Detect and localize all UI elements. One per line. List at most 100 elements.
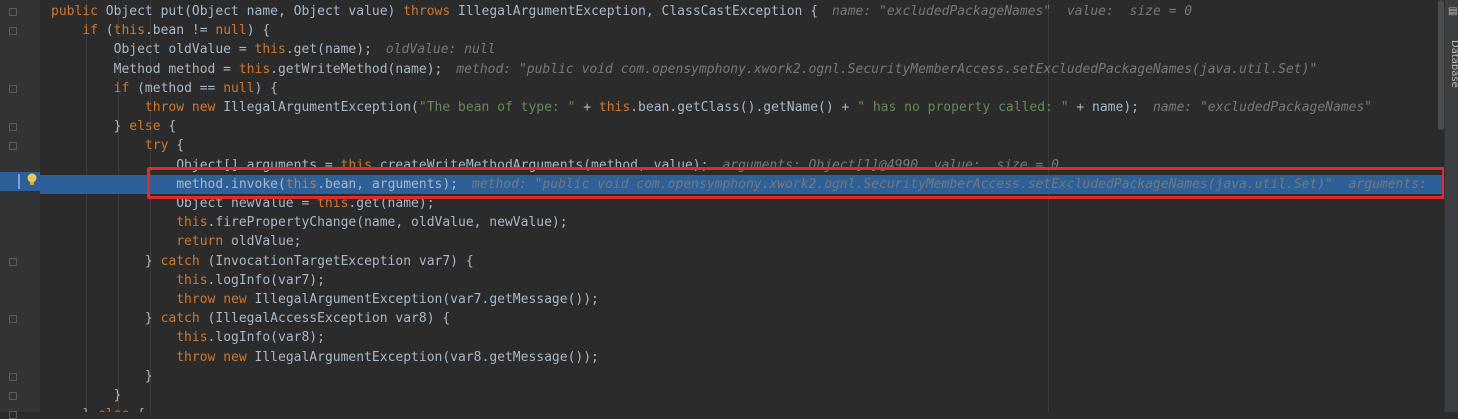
code-token: .createWriteMethodArguments(method, valu… <box>371 157 709 173</box>
code-line[interactable]: return oldValue; <box>40 232 1444 251</box>
current-execution-line[interactable]: method.invoke(this.bean, arguments); meth… <box>40 174 1444 194</box>
code-token: ) { <box>246 23 271 39</box>
code-line[interactable]: this.logInfo(var8); <box>40 328 1444 347</box>
code-token: this <box>238 61 271 77</box>
code-line[interactable]: if (method == null) { <box>40 79 1444 98</box>
code-token: throw new <box>176 349 255 365</box>
code-line[interactable]: } <box>40 367 1444 386</box>
code-line[interactable]: Object[] arguments = this.createWriteMet… <box>40 156 1444 175</box>
fold-marker-icon[interactable] <box>9 372 17 381</box>
fold-marker-icon[interactable] <box>9 392 17 400</box>
code-token: this <box>598 100 631 115</box>
code-token: catch <box>160 253 208 269</box>
code-token: else <box>98 407 137 412</box>
code-line[interactable]: this.firePropertyChange(name, oldValue, … <box>40 213 1444 232</box>
code-token: Method method = <box>51 61 239 77</box>
fold-marker-icon[interactable] <box>9 84 17 93</box>
fold-marker-icon[interactable] <box>9 257 17 266</box>
code-token: IllegalArgumentException(var7.getMessage… <box>254 292 599 307</box>
inline-debug-value: name: "excludedPackageNames" value: size… <box>832 4 1193 19</box>
code-token: .get(name); <box>348 196 435 211</box>
code-line[interactable]: throw new IllegalArgumentException(var7.… <box>40 290 1444 309</box>
code-token: } <box>51 368 153 384</box>
code-line[interactable]: try { <box>40 136 1444 155</box>
code-token: (method == <box>137 80 224 96</box>
fold-marker-icon[interactable] <box>9 315 17 324</box>
code-token: } <box>51 407 98 412</box>
code-line[interactable]: } <box>40 386 1444 405</box>
code-line[interactable]: throw new IllegalArgumentException(var8.… <box>40 348 1444 367</box>
code-token: IllegalArgumentException, ClassCastExcep… <box>458 4 819 19</box>
inline-debug-value: arguments: Object[1]@4990 value: size = … <box>722 157 1059 173</box>
editor-gutter[interactable] <box>0 0 40 412</box>
code-token: this <box>176 330 208 346</box>
code-editor[interactable]: public Object put(Object name, Object va… <box>40 0 1444 412</box>
fold-marker-icon[interactable] <box>9 27 17 36</box>
code-token: this <box>176 272 208 288</box>
code-token: Object oldValue = <box>51 42 255 58</box>
code-token: .firePropertyChange(name, oldValue, newV… <box>207 215 568 231</box>
code-token: IllegalArgumentException( <box>223 100 419 115</box>
code-line[interactable]: Method method = this.getWriteMethod(name… <box>40 60 1444 79</box>
code-token: " has no property called: " <box>857 100 1069 115</box>
code-line[interactable]: } catch (InvocationTargetException var7)… <box>40 252 1444 271</box>
code-token: + name); <box>1068 100 1139 115</box>
code-token: throws <box>403 4 459 19</box>
code-line[interactable]: Object oldValue = this.get(name); oldValu… <box>40 40 1444 59</box>
inline-debug-value: method: "public void com.opensymphony.xw… <box>456 61 1318 77</box>
code-line[interactable]: public Object put(Object name, Object va… <box>40 2 1444 21</box>
code-token: { <box>137 407 145 412</box>
code-line[interactable]: } else { <box>40 405 1444 412</box>
code-token: null <box>223 80 255 96</box>
inline-debug-value: name: "excludedPackageNames" <box>1152 100 1373 115</box>
code-token: throw new <box>144 100 224 115</box>
code-token: } <box>51 253 161 269</box>
code-line[interactable]: throw new IllegalArgumentException("The … <box>40 98 1444 117</box>
code-line[interactable]: Object newValue = this.get(name); <box>40 194 1444 213</box>
inline-debug-value: oldValue: null <box>385 42 496 58</box>
fold-marker-icon[interactable] <box>9 411 17 419</box>
code-token: try <box>144 138 177 154</box>
code-token: null <box>215 23 247 39</box>
code-line[interactable]: if (this.bean != null) { <box>40 21 1444 40</box>
code-token: .bean != <box>144 23 216 39</box>
inline-debug-value: method: "public void com.opensymphony.xw… <box>472 176 1427 192</box>
code-token: (InvocationTargetException var7) { <box>207 253 474 269</box>
code-line[interactable]: } catch (IllegalAccessException var8) { <box>40 309 1444 328</box>
code-token: this <box>113 23 145 39</box>
code-line[interactable]: this.logInfo(var7); <box>40 271 1444 290</box>
fold-marker-icon[interactable] <box>9 142 17 151</box>
code-token: else <box>129 119 169 135</box>
code-token: catch <box>160 311 208 327</box>
code-token: { <box>176 138 185 154</box>
database-tool-tab[interactable]: Database <box>1449 40 1458 88</box>
code-line[interactable]: } else { <box>40 117 1444 136</box>
code-token: throw new <box>176 292 255 307</box>
code-token: this <box>340 157 372 173</box>
code-token: Object put(Object name, Object value) <box>105 4 404 19</box>
fold-marker-icon[interactable] <box>9 8 17 16</box>
execution-marker <box>18 174 20 189</box>
code-token: (IllegalAccessException var8) { <box>207 311 451 327</box>
code-token: Object[] arguments = <box>51 157 341 173</box>
fold-marker-icon[interactable] <box>9 123 17 132</box>
code-token: this <box>317 196 349 211</box>
code-token: oldValue; <box>231 234 302 250</box>
code-token: IllegalArgumentException(var8.getMessage… <box>254 349 599 365</box>
code-token: } <box>51 388 122 403</box>
code-token: Object newValue = <box>51 196 318 211</box>
code-token: .bean, arguments); <box>317 176 459 192</box>
code-token: + <box>575 100 599 115</box>
code-token: this <box>285 176 318 192</box>
database-tool-icon[interactable]: ▤ <box>1448 6 1457 17</box>
intention-bulb-icon[interactable] <box>26 173 38 187</box>
code-token: .getWriteMethod(name); <box>270 61 443 77</box>
